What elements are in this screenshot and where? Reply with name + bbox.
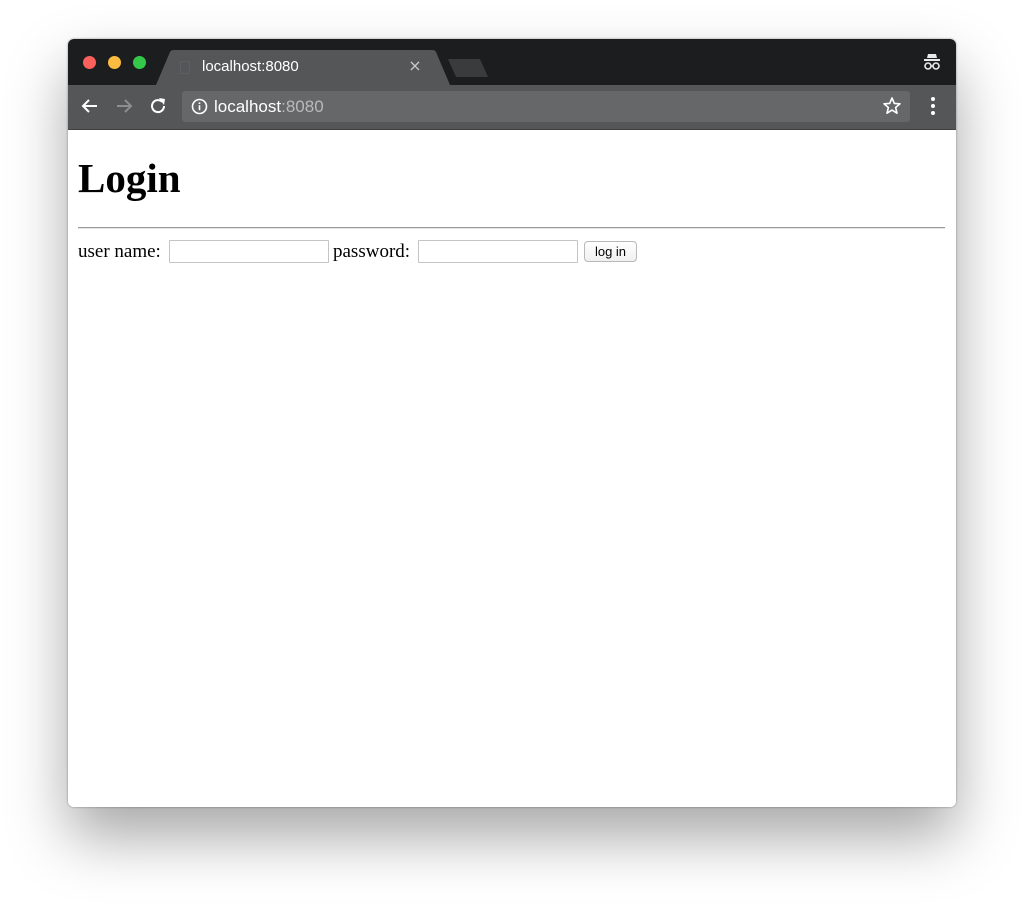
url-port: :8080 xyxy=(281,97,324,116)
page-favicon-icon xyxy=(180,61,190,74)
kebab-menu-icon[interactable] xyxy=(924,95,942,117)
tab-close-icon[interactable]: × xyxy=(406,56,424,76)
reload-icon[interactable] xyxy=(147,95,169,117)
tab-title: localhost:8080 xyxy=(202,58,299,75)
url-text[interactable]: localhost:8080 xyxy=(214,97,324,117)
address-bar[interactable]: localhost:8080 xyxy=(182,91,910,122)
tab-localhost[interactable]: localhost:8080 × xyxy=(156,50,450,85)
browser-toolbar: localhost:8080 xyxy=(68,85,956,130)
tab-strip: localhost:8080 × xyxy=(68,39,956,85)
page-title: Login xyxy=(78,155,181,201)
info-icon[interactable] xyxy=(191,98,208,115)
desktop-background: localhost:8080 × localhost:8080 Login us… xyxy=(0,0,1024,905)
window-minimize-button[interactable] xyxy=(108,56,121,69)
url-host: localhost xyxy=(214,97,282,116)
password-label: password: xyxy=(333,241,411,262)
password-input[interactable] xyxy=(418,240,578,263)
page-viewport: Login user name: password: log in xyxy=(68,130,956,807)
incognito-icon xyxy=(924,54,940,70)
username-input[interactable] xyxy=(169,240,329,263)
window-maximize-button[interactable] xyxy=(133,56,146,69)
window-close-button[interactable] xyxy=(83,56,96,69)
username-label: user name: xyxy=(78,241,161,262)
star-icon[interactable] xyxy=(882,96,902,116)
arrow-left-icon[interactable] xyxy=(79,95,101,117)
new-tab-button[interactable] xyxy=(448,59,490,77)
arrow-right-icon[interactable] xyxy=(113,95,135,117)
horizontal-rule xyxy=(78,227,945,229)
login-button[interactable]: log in xyxy=(584,241,637,262)
browser-window: localhost:8080 × localhost:8080 Login us… xyxy=(68,39,956,807)
